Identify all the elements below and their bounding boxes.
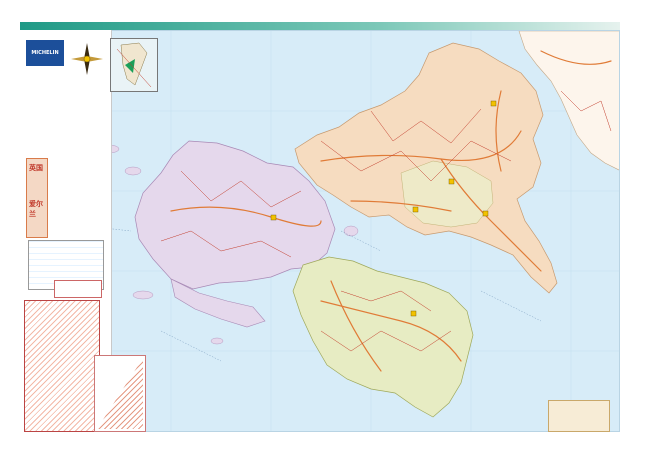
info-box bbox=[548, 400, 610, 432]
legend-symbol-table bbox=[24, 300, 100, 432]
inset-map-icon bbox=[110, 38, 158, 92]
top-accent-bar bbox=[20, 22, 620, 30]
legend-small-box bbox=[54, 280, 102, 298]
region-south-island bbox=[292, 256, 474, 418]
title-line-2: 爱尔兰 bbox=[29, 199, 43, 218]
compass-rose-icon bbox=[71, 43, 103, 75]
map-title-block: 英国 爱尔兰 bbox=[26, 158, 48, 238]
title-line-1: 英国 bbox=[29, 163, 43, 172]
michelin-logo-icon: MICHELIN bbox=[26, 40, 64, 66]
distance-table-icon bbox=[94, 355, 146, 432]
region-west-peninsula bbox=[170, 278, 266, 328]
brand-name: MICHELIN bbox=[31, 50, 59, 56]
